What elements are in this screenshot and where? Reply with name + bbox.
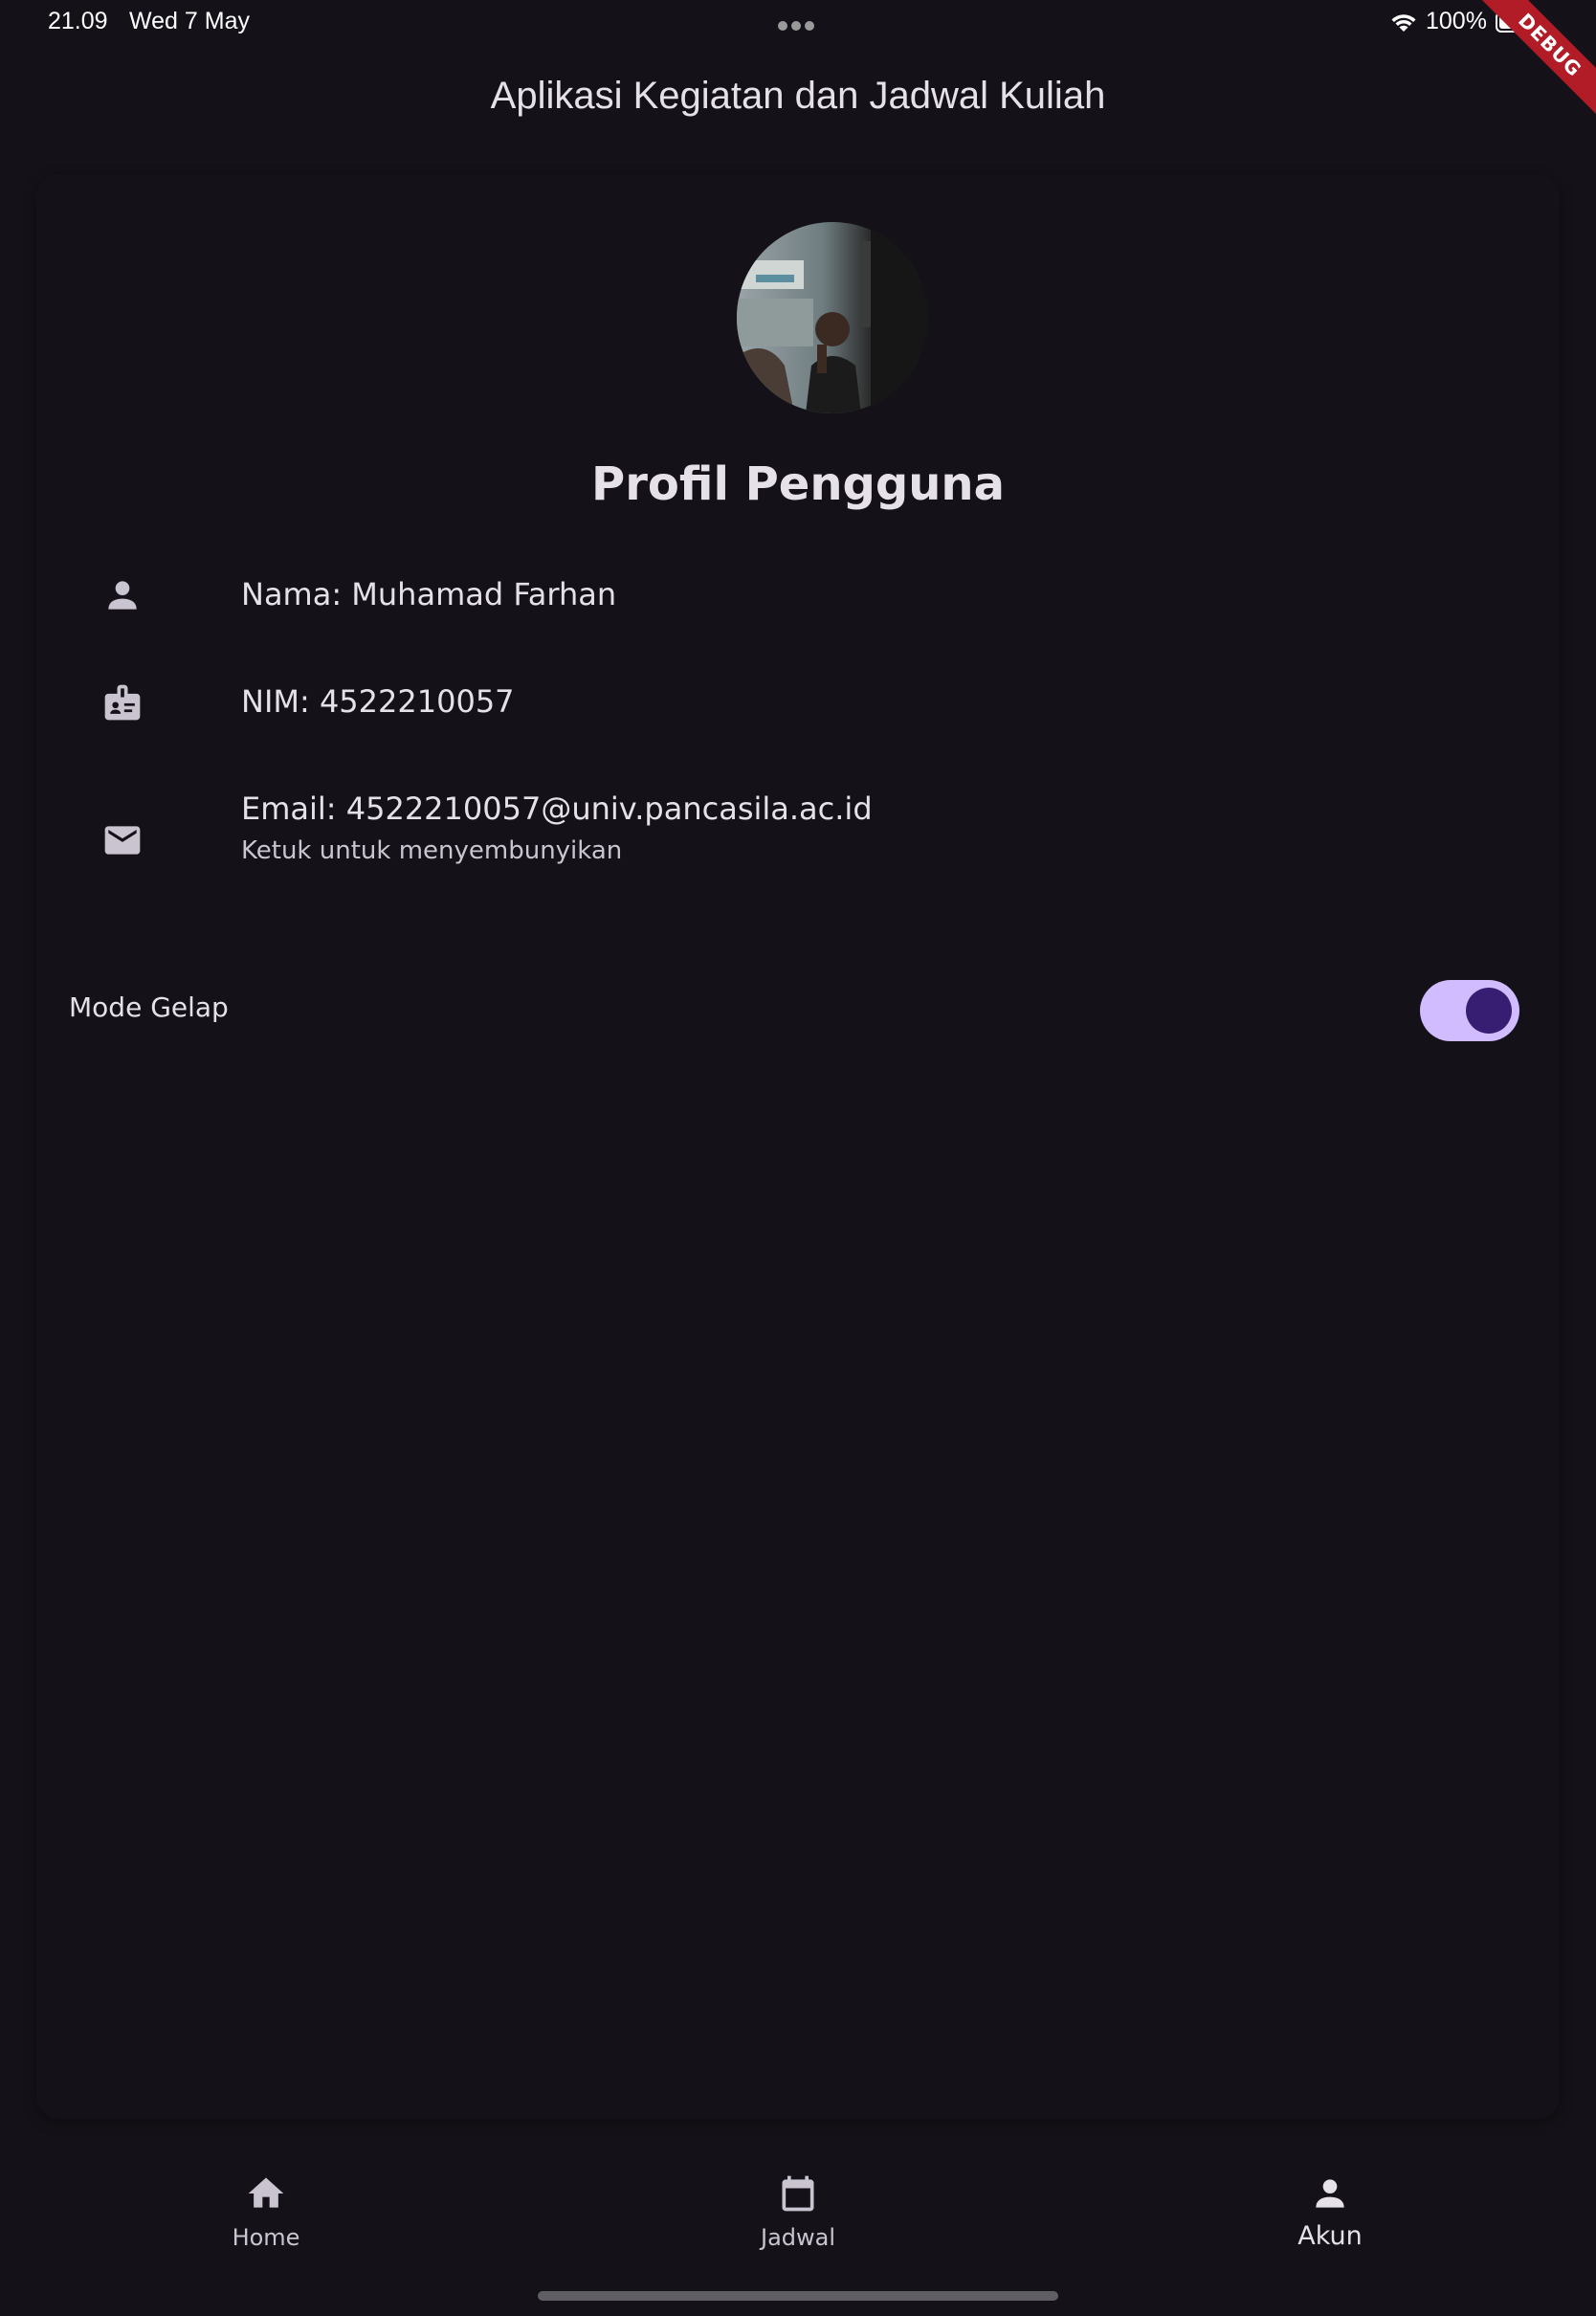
- profile-nim: NIM: 4522210057: [241, 683, 515, 720]
- status-bar: 21.09 Wed 7 May 100%: [0, 0, 1596, 46]
- profile-name: Nama: Muhamad Farhan: [241, 576, 617, 612]
- calendar-icon: [782, 2175, 814, 2212]
- app-title: Aplikasi Kegiatan dan Jadwal Kuliah: [490, 75, 1106, 117]
- nav-label-jadwal: Jadwal: [760, 2224, 836, 2251]
- avatar: [737, 222, 928, 413]
- home-icon: [248, 2177, 284, 2208]
- profile-email: Email: 4522210057@univ.pancasila.ac.id: [241, 791, 873, 827]
- home-indicator[interactable]: [538, 2291, 1058, 2301]
- person-icon: [1316, 2179, 1344, 2208]
- nav-item-jadwal[interactable]: Jadwal: [683, 2140, 913, 2255]
- person-icon: [108, 581, 137, 610]
- avatar-photo: [737, 222, 928, 413]
- badge-icon: [104, 684, 141, 721]
- nav-item-akun[interactable]: Akun: [1215, 2140, 1445, 2255]
- profile-card: Profil Pengguna Nama: Muhamad Farhan NIM…: [36, 174, 1560, 2119]
- dark-mode-switch-thumb: [1466, 988, 1512, 1034]
- profile-name-row[interactable]: Nama: Muhamad Farhan: [101, 570, 1441, 628]
- email-icon: [104, 826, 141, 855]
- nav-item-home[interactable]: Home: [151, 2140, 381, 2255]
- nav-label-akun: Akun: [1297, 2221, 1363, 2251]
- status-date: Wed 7 May: [129, 8, 250, 34]
- status-time: 21.09: [48, 8, 108, 34]
- profile-title: Profil Pengguna: [591, 457, 1005, 511]
- bottom-navigation: Home Jadwal Akun: [0, 2140, 1596, 2316]
- profile-email-hint: Ketuk untuk menyembunyikan: [241, 836, 623, 865]
- profile-email-row[interactable]: Email: 4522210057@univ.pancasila.ac.id K…: [101, 791, 1441, 877]
- dark-mode-label: Mode Gelap: [69, 991, 229, 1023]
- nav-label-home: Home: [232, 2224, 300, 2251]
- wifi-icon: [1391, 14, 1416, 32]
- dark-mode-switch[interactable]: [1420, 980, 1519, 1041]
- screen: 21.09 Wed 7 May 100% DEBUG Aplikasi Kegi…: [0, 0, 1596, 2316]
- multitasking-dots-icon[interactable]: [778, 18, 818, 31]
- profile-nim-row[interactable]: NIM: 4522210057: [101, 678, 1441, 735]
